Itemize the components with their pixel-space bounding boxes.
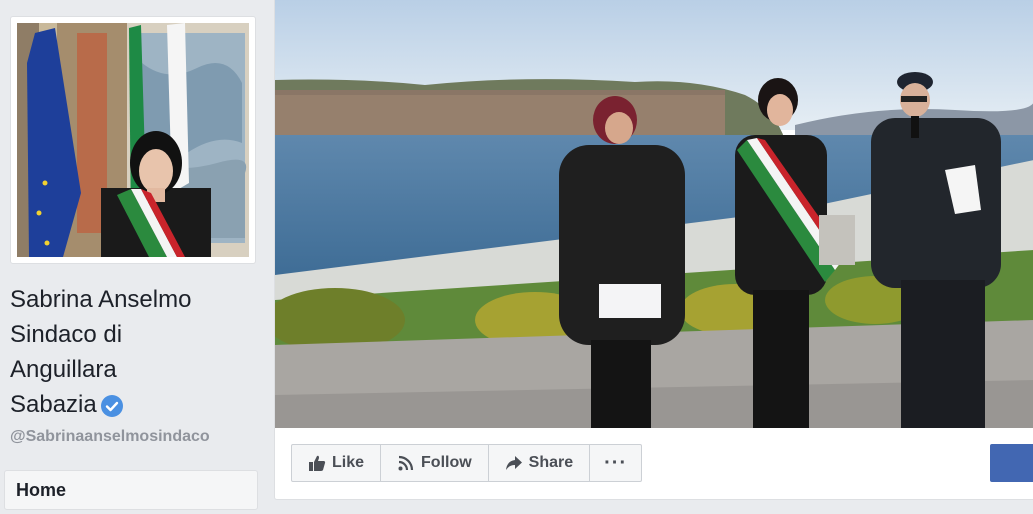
left-column: Sabrina Anselmo Sindaco di Anguillara Sa…: [0, 0, 270, 514]
page-name-line: Sabazia: [10, 387, 265, 422]
main-content: Like Follow Share ···: [274, 0, 1033, 500]
page-name-line: Sabrina Anselmo: [10, 286, 192, 313]
rss-follow-icon: [398, 455, 414, 471]
cover-photo[interactable]: [275, 0, 1033, 428]
share-button-label: Share: [528, 454, 574, 471]
like-button[interactable]: Like: [292, 445, 382, 481]
like-button-label: Like: [332, 454, 365, 471]
more-options-button[interactable]: ···: [590, 445, 641, 481]
page-name[interactable]: Sabrina Anselmo Sindaco di Anguillara Sa…: [10, 282, 265, 422]
page-name-line: Sindaco di: [10, 321, 123, 348]
more-dots-icon: ···: [604, 451, 628, 474]
profile-photo-illustration: [17, 23, 249, 257]
thumbs-up-icon: [309, 455, 326, 471]
call-to-action-button[interactable]: [990, 444, 1033, 482]
share-arrow-icon: [505, 456, 522, 470]
profile-picture-frame[interactable]: [10, 16, 256, 264]
share-button[interactable]: Share: [489, 445, 591, 481]
profile-picture[interactable]: [17, 23, 249, 257]
page-name-line-text: Sabazia: [10, 391, 97, 418]
sidebar-item-home[interactable]: Home: [4, 470, 258, 510]
cover-photo-illustration: [275, 0, 1033, 428]
follow-button[interactable]: Follow: [381, 445, 489, 481]
follow-button-label: Follow: [421, 454, 472, 471]
facebook-page: Sabrina Anselmo Sindaco di Anguillara Sa…: [0, 0, 1033, 514]
verified-badge-icon: [100, 394, 123, 417]
page-username[interactable]: @Sabrinaanselmosindaco: [10, 428, 210, 446]
page-name-line: Anguillara: [10, 356, 117, 383]
page-actions-bar: Like Follow Share ···: [291, 444, 643, 482]
